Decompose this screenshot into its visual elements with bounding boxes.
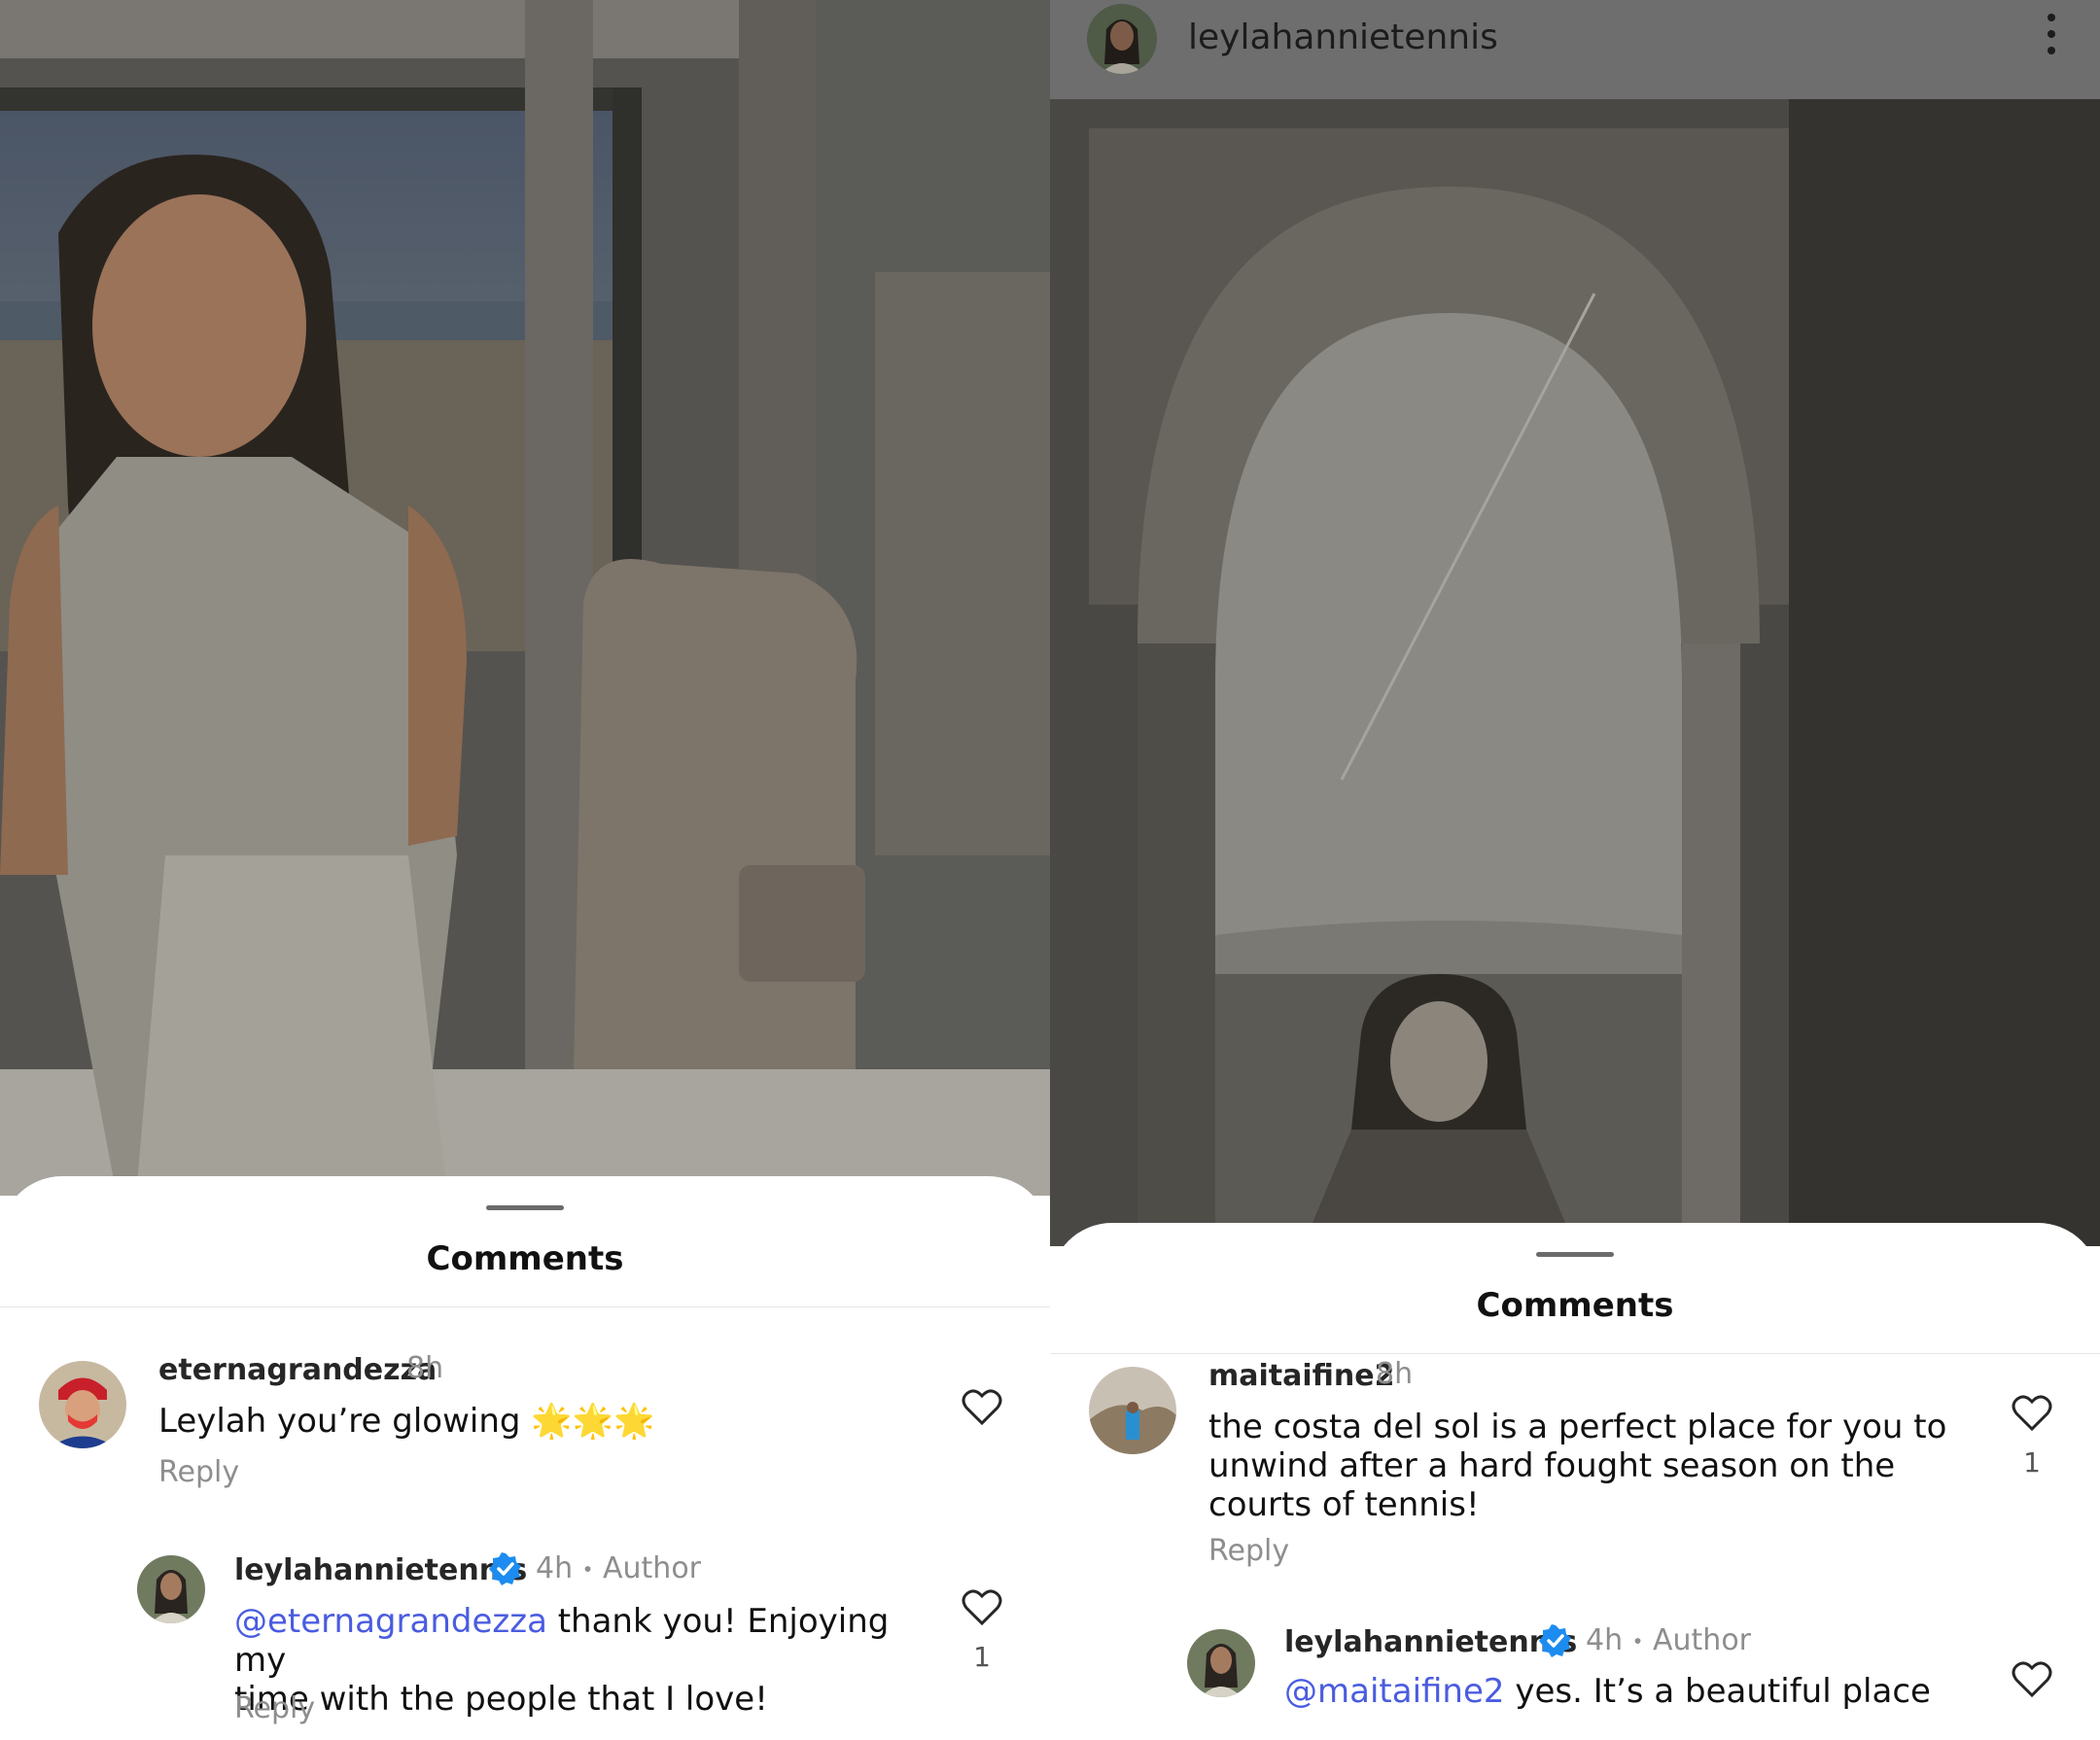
verified-badge-icon bbox=[1539, 1624, 1571, 1657]
reply-text-body: yes. It’s a beautiful place bbox=[1504, 1672, 1931, 1711]
comment-text: the costa del sol is a perfect place for… bbox=[1208, 1408, 1977, 1524]
comment-timestamp: 8h bbox=[1376, 1357, 1414, 1391]
sheet-divider bbox=[0, 1306, 1050, 1307]
right-panel: leylahannietennis Comments maitaifine2 8… bbox=[1050, 0, 2100, 1740]
more-vertical-icon[interactable] bbox=[2042, 14, 2061, 62]
like-count: 1 bbox=[973, 1641, 991, 1673]
comment-username[interactable]: eternagrandezza bbox=[158, 1353, 437, 1387]
like-count: 1 bbox=[2023, 1446, 2041, 1479]
author-label: Author bbox=[1653, 1623, 1752, 1657]
comments-sheet: Comments eternagrandezza 8h Leylah you’r… bbox=[0, 1176, 1050, 1740]
post-photo-cable-car bbox=[0, 0, 1050, 1196]
author-avatar[interactable] bbox=[1187, 1629, 1255, 1697]
sheet-drag-handle[interactable] bbox=[486, 1205, 564, 1210]
comment-text-line1: the costa del sol is a perfect place for… bbox=[1208, 1408, 1947, 1446]
like-heart-icon[interactable] bbox=[961, 1388, 1003, 1427]
header-avatar[interactable] bbox=[1087, 4, 1157, 74]
verified-badge-icon bbox=[489, 1552, 521, 1585]
comment-timestamp: 8h bbox=[406, 1351, 444, 1385]
meta-separator: • bbox=[581, 1557, 594, 1582]
sheet-divider bbox=[1050, 1353, 2100, 1354]
comment-text: Leylah you’re glowing 🌟🌟🌟 bbox=[158, 1402, 655, 1441]
comment-username[interactable]: maitaifine2 bbox=[1208, 1359, 1394, 1393]
comments-title: Comments bbox=[426, 1239, 624, 1278]
reply-timestamp: 4h bbox=[1586, 1623, 1624, 1657]
mention-link[interactable]: @eternagrandezza bbox=[234, 1602, 547, 1641]
author-username[interactable]: leylahannietennis bbox=[1284, 1625, 1577, 1659]
post-header: leylahannietennis bbox=[1050, 0, 2100, 99]
header-username[interactable]: leylahannietennis bbox=[1188, 17, 1498, 57]
reply-button[interactable]: Reply bbox=[158, 1455, 239, 1489]
comments-sheet: Comments maitaifine2 8h the costa del so… bbox=[1050, 1223, 2100, 1740]
author-label: Author bbox=[603, 1551, 702, 1585]
comments-title: Comments bbox=[1476, 1286, 1674, 1325]
commenter-avatar[interactable] bbox=[1089, 1367, 1176, 1454]
reply-meta: 4h • Author bbox=[536, 1551, 701, 1585]
reply-text: @maitaifine2 yes. It’s a beautiful place bbox=[1284, 1672, 1965, 1711]
sheet-drag-handle[interactable] bbox=[1536, 1252, 1614, 1257]
comment-text-line2: unwind after a hard fought season on the bbox=[1208, 1446, 1896, 1485]
author-username[interactable]: leylahannietennis bbox=[234, 1553, 527, 1587]
comment-text-line3: courts of tennis! bbox=[1208, 1485, 1480, 1524]
like-heart-icon[interactable] bbox=[2011, 1660, 2053, 1699]
reply-button[interactable]: Reply bbox=[1208, 1534, 1289, 1568]
reply-timestamp: 4h bbox=[536, 1551, 574, 1585]
reply-text: @eternagrandezza thank you! Enjoying my … bbox=[234, 1602, 915, 1719]
reply-button[interactable]: Reply bbox=[234, 1691, 315, 1725]
mention-link[interactable]: @maitaifine2 bbox=[1284, 1672, 1505, 1711]
reply-meta: 4h • Author bbox=[1586, 1623, 1751, 1657]
commenter-avatar[interactable] bbox=[39, 1361, 126, 1448]
like-heart-icon[interactable] bbox=[2011, 1394, 2053, 1433]
meta-separator: • bbox=[1631, 1629, 1644, 1653]
author-avatar[interactable] bbox=[137, 1555, 205, 1623]
like-heart-icon[interactable] bbox=[961, 1588, 1003, 1627]
left-panel: Comments eternagrandezza 8h Leylah you’r… bbox=[0, 0, 1050, 1740]
post-photo-archway bbox=[1050, 99, 2100, 1246]
